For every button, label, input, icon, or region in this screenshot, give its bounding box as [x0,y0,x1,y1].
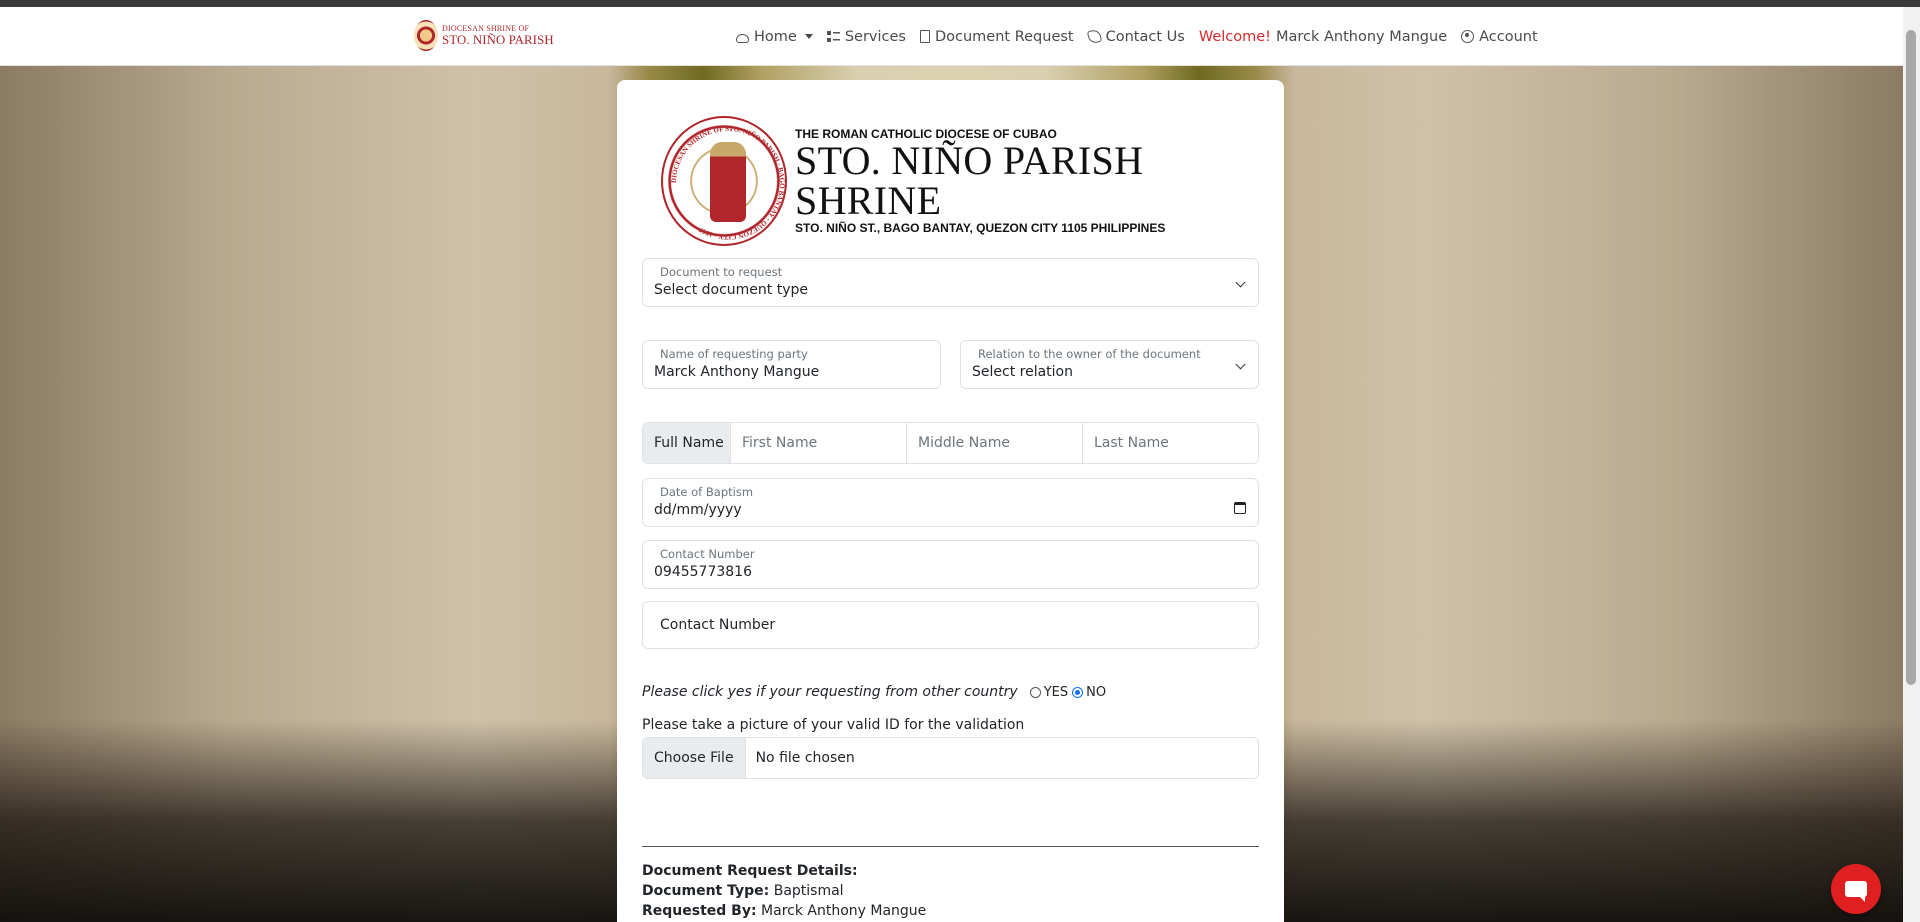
parish-title: STO. NIÑO PARISH SHRINE [795,138,1144,223]
divider [642,846,1259,847]
document-type-label: Document to request [660,265,783,279]
relation-value: Select relation [972,364,1073,380]
contact-number-value: 09455773816 [654,564,752,580]
welcome-text: Welcome! [1198,28,1271,45]
parish-header: DIOCESAN SHRINE OF STO. NIÑO PARISH · BA… [661,116,1284,246]
other-country-yes-radio[interactable] [1029,686,1041,698]
requesting-party-label: Name of requesting party [660,347,808,361]
scrollbar-thumb[interactable] [1906,30,1916,685]
requested-by-label: Requested By: [642,903,757,919]
nav-contact-us-label: Contact Us [1105,28,1185,45]
nav-home-label: Home [754,28,797,45]
nav-account-label: Account [1479,28,1538,45]
navbar: DIOCESAN SHRINE OF STO. NIÑO PARISH Home… [0,7,1903,66]
nav-contact-us[interactable]: Contact Us [1086,28,1185,45]
nav-services[interactable]: Services [826,28,906,45]
brand-seal-icon [414,20,438,51]
doc-type-value: Baptismal [773,883,844,899]
phone-icon [1086,28,1102,45]
last-name-input[interactable]: Last Name [1083,423,1258,463]
chat-button[interactable] [1831,864,1881,914]
full-name-addon: Full Name [643,423,731,463]
choose-file-button[interactable]: Choose File [643,738,746,778]
nav-home[interactable]: Home [736,29,813,45]
document-type-value: Select document type [654,282,808,298]
request-details: Document Request Details: Document Type:… [642,861,926,921]
parish-address: STO. NIÑO ST., BAGO BANTAY, QUEZON CITY … [795,221,1166,235]
valid-id-label: Please take a picture of your valid ID f… [642,717,1025,733]
nav-links: Home Services Document Request Contact U… [736,7,1538,66]
baptism-date-label: Date of Baptism [660,485,754,499]
other-country-no-label[interactable]: NO [1086,685,1106,700]
requesting-party-input[interactable]: Name of requesting party Marck Anthony M… [642,340,941,389]
nav-account[interactable]: Account [1461,29,1538,45]
nav-document-request-label: Document Request [934,28,1074,45]
requesting-party-value: Marck Anthony Mangue [654,364,820,380]
file-status: No file chosen [755,750,855,766]
services-icon [826,30,840,43]
cloud-icon [736,33,749,43]
request-form-card: DIOCESAN SHRINE OF STO. NIÑO PARISH · BA… [617,80,1284,922]
parish-seal-icon: DIOCESAN SHRINE OF STO. NIÑO PARISH · BA… [661,116,788,246]
valid-id-file-input[interactable]: Choose File No file chosen [642,737,1259,779]
middle-name-input[interactable]: Middle Name [907,423,1083,463]
other-country-no-radio[interactable] [1072,686,1084,698]
nav-welcome: Welcome! Marck Anthony Mangue [1199,29,1447,45]
other-country-question: Please click yes if your requesting from… [642,684,1018,700]
contact-number-2-placeholder: Contact Number [660,617,776,633]
requested-by-value: Marck Anthony Mangue [761,903,927,919]
other-country-row: Please click yes if your requesting from… [642,684,1108,700]
contact-number-label: Contact Number [660,547,755,561]
browser-top-strip [0,0,1920,7]
welcome-user-name: Marck Anthony Mangue [1275,28,1448,45]
document-icon [919,30,930,43]
other-country-yes-label[interactable]: YES [1044,685,1068,700]
svg-text:DIOCESAN SHRINE OF STO. NIÑO P: DIOCESAN SHRINE OF STO. NIÑO PARISH · BA… [670,125,786,241]
chat-icon [1845,881,1867,902]
calendar-icon[interactable] [1234,502,1246,514]
contact-number-input-2[interactable]: Contact Number [642,601,1259,649]
seal-ring-text: DIOCESAN SHRINE OF STO. NIÑO PARISH · BA… [670,125,786,241]
chevron-down-icon [1235,277,1246,288]
relation-label: Relation to the owner of the document [978,347,1201,361]
details-heading: Document Request Details: [642,863,858,879]
baptism-date-input[interactable]: Date of Baptism dd/mm/yyyy [642,478,1259,527]
brand-bottom-text: STO. NIÑO PARISH [442,32,554,47]
contact-number-input[interactable]: Contact Number 09455773816 [642,540,1259,589]
user-circle-icon [1461,30,1475,43]
full-name-group: Full Name First Name Middle Name Last Na… [642,422,1259,464]
brand-logo[interactable]: DIOCESAN SHRINE OF STO. NIÑO PARISH [414,20,554,51]
nav-document-request[interactable]: Document Request [919,28,1074,45]
document-type-select[interactable]: Document to request Select document type [642,258,1259,307]
baptism-date-value: dd/mm/yyyy [654,502,742,518]
nav-services-label: Services [844,28,906,45]
caret-down-icon [804,34,813,39]
relation-select[interactable]: Relation to the owner of the document Se… [960,340,1259,389]
chevron-down-icon [1235,359,1246,370]
doc-type-label: Document Type: [642,883,770,899]
first-name-input[interactable]: First Name [731,423,907,463]
